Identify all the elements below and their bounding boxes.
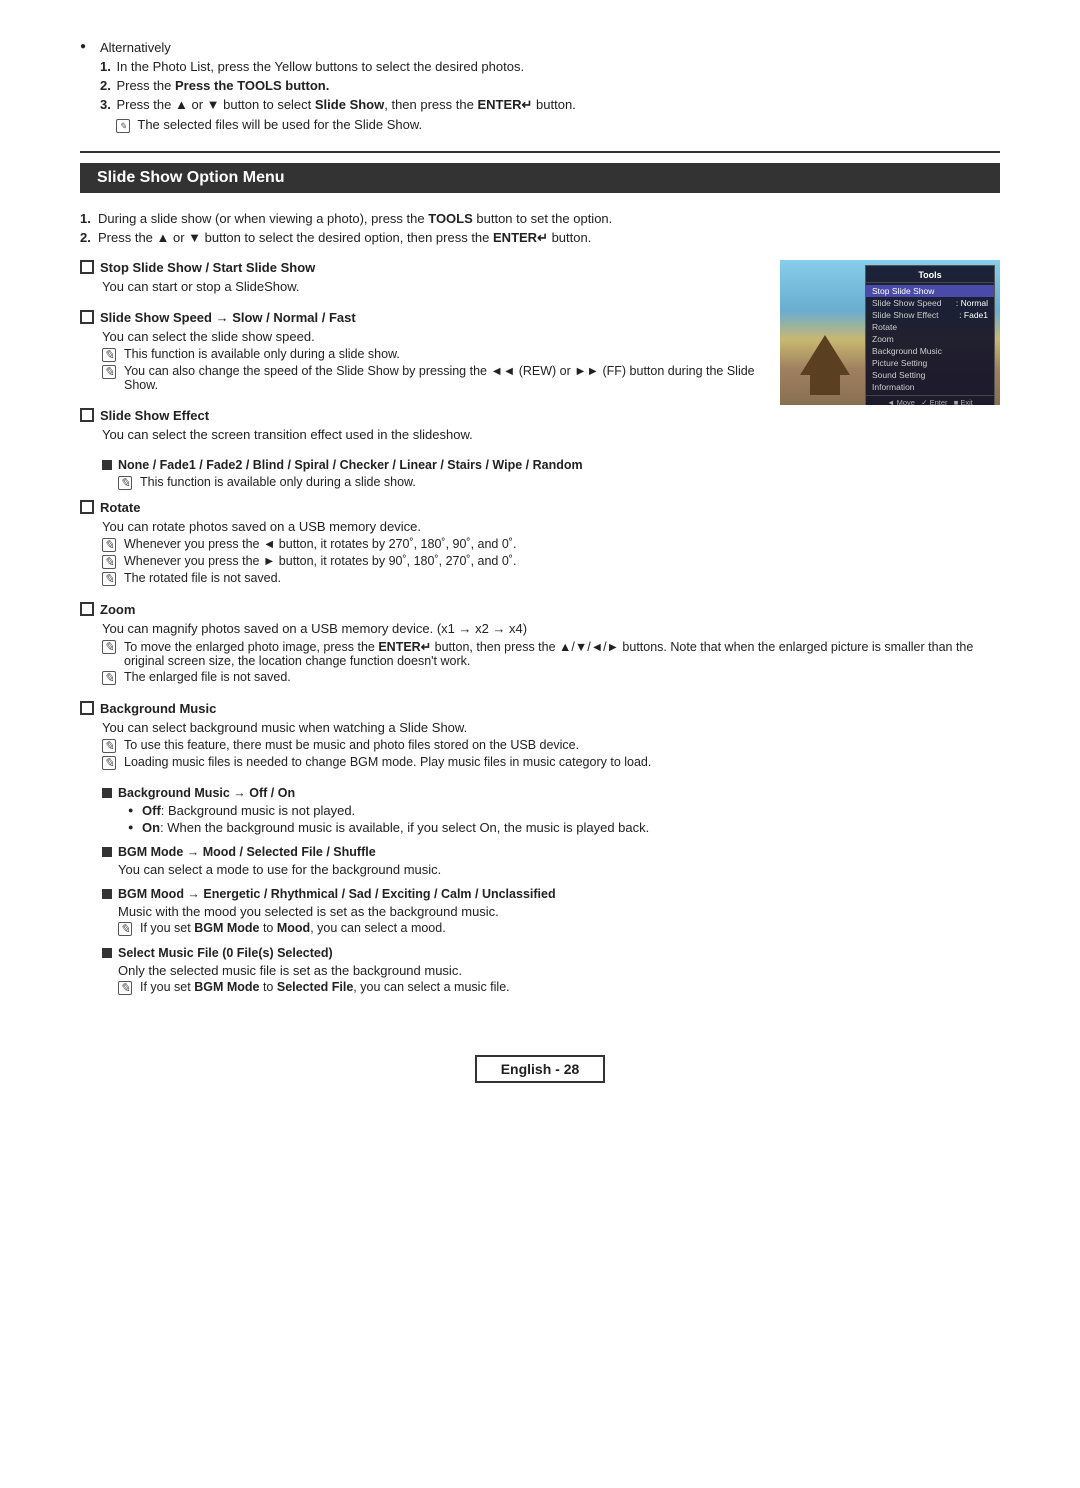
- select-music-body: Only the selected music file is set as t…: [102, 963, 1000, 995]
- select-music-note: ✎ If you set BGM Mode to Selected File, …: [118, 980, 1000, 995]
- bgm-note-1: ✎ To use this feature, there must be mus…: [102, 738, 1000, 753]
- rotate-note-2: ✎ Whenever you press the ► button, it ro…: [102, 554, 1000, 569]
- checkbox-icon-bgm: [80, 701, 94, 715]
- subsection-effect-title: Slide Show Effect: [80, 408, 1000, 423]
- black-square-select-music: [102, 948, 112, 958]
- rotate-note-3: ✎ The rotated file is not saved.: [102, 571, 1000, 586]
- tools-row-speed: Slide Show Speed: Normal: [866, 297, 994, 309]
- tools-overlay: Tools Stop Slide Show Slide Show Speed: …: [865, 265, 995, 405]
- subsection-bgm-body: You can select background music when wat…: [80, 720, 1000, 770]
- section-title: Slide Show Option Menu: [80, 163, 1000, 193]
- section-rule: [80, 151, 1000, 153]
- select-music-section: Select Music File (0 File(s) Selected) O…: [80, 946, 1000, 995]
- bgm-mode-title: BGM Mode → Mood / Selected File / Shuffl…: [102, 845, 1000, 859]
- tools-row-info: Information: [866, 381, 994, 393]
- rotate-note-1: ✎ Whenever you press the ◄ button, it ro…: [102, 537, 1000, 552]
- effect-none-title: None / Fade1 / Fade2 / Blind / Spiral / …: [102, 458, 1000, 472]
- zoom-note-2: ✎ The enlarged file is not saved.: [102, 670, 1000, 685]
- bgm-mode-body: You can select a mode to use for the bac…: [102, 862, 1000, 877]
- tools-panel: Tools Stop Slide Show Slide Show Speed: …: [780, 260, 1000, 405]
- zoom-note-1: ✎ To move the enlarged photo image, pres…: [102, 639, 1000, 668]
- bgm-on-item: On: When the background music is availab…: [128, 820, 1000, 835]
- effect-black-bullet: None / Fade1 / Fade2 / Blind / Spiral / …: [80, 458, 1000, 490]
- black-square-bgm-off-on: [102, 788, 112, 798]
- page-footer: English - 28: [80, 1055, 1000, 1083]
- checkbox-icon-effect: [80, 408, 94, 422]
- checkbox-icon-zoom: [80, 602, 94, 616]
- bgm-mood-note: ✎ If you set BGM Mode to Mood, you can s…: [118, 921, 1000, 936]
- intro-list: Alternatively 1. In the Photo List, pres…: [80, 40, 1000, 133]
- tools-row-rotate: Rotate: [866, 321, 994, 333]
- speed-note-1: ✎ This function is available only during…: [102, 347, 760, 362]
- tools-image: Tools Stop Slide Show Slide Show Speed: …: [780, 260, 1000, 405]
- checkbox-icon-rotate: [80, 500, 94, 514]
- select-music-title: Select Music File (0 File(s) Selected): [102, 946, 1000, 960]
- checkbox-icon-stop: [80, 260, 94, 274]
- bgm-note-2: ✎ Loading music files is needed to chang…: [102, 755, 1000, 770]
- hut-base: [810, 370, 840, 395]
- subsection-bgm-title: Background Music: [80, 701, 1000, 716]
- subsection-effect: Slide Show Effect You can select the scr…: [80, 408, 1000, 442]
- subsection-zoom-body: You can magnify photos saved on a USB me…: [80, 621, 1000, 685]
- tools-row-zoom: Zoom: [866, 333, 994, 345]
- intro-step-1: 1. In the Photo List, press the Yellow b…: [80, 59, 1000, 74]
- subsection-rotate-title: Rotate: [80, 500, 1000, 515]
- tools-row-sound: Sound Setting: [866, 369, 994, 381]
- bgm-off-on-title: Background Music → Off / On: [102, 786, 1000, 800]
- section-step-2: 2. Press the ▲ or ▼ button to select the…: [80, 230, 1000, 246]
- bgm-off-item: Off: Background music is not played.: [128, 803, 1000, 818]
- subsection-zoom-title: Zoom: [80, 602, 1000, 617]
- subsection-bgm: Background Music You can select backgrou…: [80, 701, 1000, 770]
- section-header: Slide Show Option Menu: [80, 151, 1000, 193]
- bg-image: Tools Stop Slide Show Slide Show Speed: …: [780, 260, 1000, 405]
- subsection-rotate-body: You can rotate photos saved on a USB mem…: [80, 519, 1000, 586]
- subsection-zoom: Zoom You can magnify photos saved on a U…: [80, 602, 1000, 685]
- tools-row-effect: Slide Show Effect: Fade1: [866, 309, 994, 321]
- section-intro-steps: 1. During a slide show (or when viewing …: [80, 211, 1000, 246]
- tools-footer: ◄ Move ✓ Enter ■ Exit: [866, 395, 994, 405]
- checkbox-icon-speed: [80, 310, 94, 324]
- subsection-stop-body: You can start or stop a SlideShow.: [80, 279, 760, 294]
- intro-note-1: ✎ The selected files will be used for th…: [80, 117, 1000, 133]
- tools-row-picture: Picture Setting: [866, 357, 994, 369]
- note-icon: ✎: [116, 119, 130, 133]
- tools-row-stop: Stop Slide Show: [866, 285, 994, 297]
- subsection-stop-slide-show: Stop Slide Show / Start Slide Show You c…: [80, 260, 760, 294]
- page-number-box: English - 28: [475, 1055, 606, 1083]
- black-square-effect: [102, 460, 112, 470]
- tools-row-bgm: Background Music: [866, 345, 994, 357]
- bgm-mood-section: BGM Mood → Energetic / Rhythmical / Sad …: [80, 887, 1000, 936]
- tools-outer: Tools Stop Slide Show Slide Show Speed: …: [80, 260, 1000, 392]
- subsection-stop-title: Stop Slide Show / Start Slide Show: [80, 260, 760, 275]
- effect-none-body: ✎ This function is available only during…: [102, 475, 1000, 490]
- intro-bullet-1: Alternatively: [80, 40, 1000, 55]
- black-square-bgm-mood: [102, 889, 112, 899]
- bgm-mood-body: Music with the mood you selected is set …: [102, 904, 1000, 936]
- hut-shape: [800, 335, 850, 375]
- subsection-speed-title: Slide Show Speed → Slow / Normal / Fast: [80, 310, 760, 325]
- bgm-off-on-list: Off: Background music is not played. On:…: [118, 803, 1000, 835]
- subsection-rotate: Rotate You can rotate photos saved on a …: [80, 500, 1000, 586]
- subsection-speed: Slide Show Speed → Slow / Normal / Fast …: [80, 310, 760, 392]
- speed-note-2: ✎ You can also change the speed of the S…: [102, 364, 760, 392]
- bgm-off-on-body: Off: Background music is not played. On:…: [102, 803, 1000, 835]
- subsection-effect-body: You can select the screen transition eff…: [80, 427, 1000, 442]
- bgm-mode-section: BGM Mode → Mood / Selected File / Shuffl…: [80, 845, 1000, 877]
- intro-step-3: 3. Press the ▲ or ▼ button to select Sli…: [80, 97, 1000, 113]
- black-square-bgm-mode: [102, 847, 112, 857]
- tools-panel-title: Tools: [866, 270, 994, 283]
- effect-note: ✎ This function is available only during…: [118, 475, 1000, 490]
- subsection-speed-body: You can select the slide show speed. ✎ T…: [80, 329, 760, 392]
- bgm-mood-title: BGM Mood → Energetic / Rhythmical / Sad …: [102, 887, 1000, 901]
- bgm-off-on-section: Background Music → Off / On Off: Backgro…: [80, 786, 1000, 835]
- section-step-1: 1. During a slide show (or when viewing …: [80, 211, 1000, 226]
- intro-step-2: 2. Press the Press the TOOLS button.: [80, 78, 1000, 93]
